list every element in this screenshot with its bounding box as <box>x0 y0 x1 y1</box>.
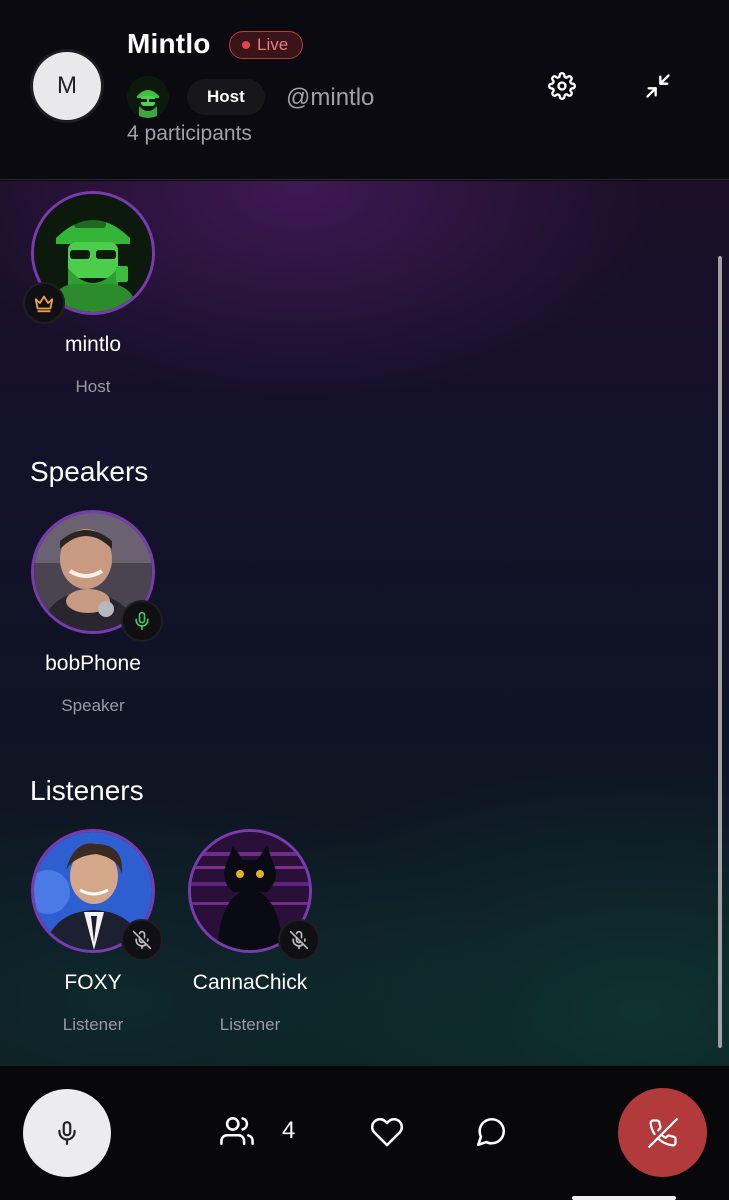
host-badge <box>23 282 65 324</box>
speakers-heading: Speakers <box>30 456 149 487</box>
avatar <box>188 829 320 961</box>
mic-status-badge <box>121 600 163 642</box>
participant-name: bobPhone <box>45 652 141 675</box>
mic-on-icon <box>135 611 149 631</box>
leave-call-button[interactable] <box>618 1088 707 1177</box>
host-mini-avatar[interactable] <box>127 76 169 118</box>
host-chip: Host <box>187 79 265 115</box>
participant-role: Speaker <box>61 696 125 715</box>
host-handle: @mintlo <box>286 84 375 111</box>
participant-role: Host <box>75 377 111 396</box>
settings-button[interactable] <box>542 66 582 106</box>
room-avatar[interactable]: M <box>33 52 101 120</box>
scrollbar[interactable] <box>718 256 722 1048</box>
room-header: M Mintlo Live Host @mintlo 4 participant… <box>0 0 729 180</box>
chat-bubble-icon <box>476 1117 506 1147</box>
participants-count: 4 participants <box>127 122 252 145</box>
listeners-heading: Listeners <box>30 775 144 806</box>
host-avatar-image <box>127 76 169 118</box>
live-dot-icon <box>242 41 250 49</box>
home-indicator <box>572 1196 676 1200</box>
mic-status-badge <box>121 919 163 961</box>
avatar <box>31 510 163 642</box>
participant-listener[interactable]: FOXY Listener <box>13 829 173 1035</box>
participant-role: Listener <box>219 1015 281 1034</box>
heart-icon <box>370 1117 404 1147</box>
participant-name: CannaChick <box>192 971 308 994</box>
bottom-control-bar: 4 <box>0 1065 729 1200</box>
participants-count-label: 4 <box>282 1117 296 1144</box>
participant-name: FOXY <box>64 971 122 994</box>
participant-listener[interactable]: CannaChick Listener <box>170 829 330 1035</box>
chat-button[interactable] <box>474 1115 508 1149</box>
live-badge: Live <box>229 31 304 59</box>
gear-icon <box>548 72 576 100</box>
minimize-button[interactable] <box>638 66 678 106</box>
avatar <box>23 191 155 324</box>
room-stage: mintlo Host Speakers bobPhone Speaker Li… <box>0 181 729 1065</box>
participant-host[interactable]: mintlo Host <box>13 191 173 397</box>
mic-status-badge <box>278 919 320 961</box>
phone-off-icon <box>647 1117 678 1148</box>
participants-button[interactable]: 4 <box>220 1114 295 1148</box>
live-label: Live <box>257 35 289 54</box>
mic-off-icon <box>289 930 309 950</box>
avatar <box>31 829 163 961</box>
participant-name: mintlo <box>64 333 122 356</box>
participant-speaker[interactable]: bobPhone Speaker <box>13 510 173 716</box>
mic-icon <box>58 1121 76 1145</box>
participant-role: Listener <box>62 1015 124 1034</box>
mic-toggle-button[interactable] <box>23 1089 111 1177</box>
room-title: Mintlo <box>127 28 211 59</box>
minimize-icon <box>646 74 670 98</box>
mic-off-icon <box>132 930 152 950</box>
like-button[interactable] <box>370 1115 404 1149</box>
crown-icon <box>34 295 54 313</box>
people-icon <box>220 1116 254 1146</box>
